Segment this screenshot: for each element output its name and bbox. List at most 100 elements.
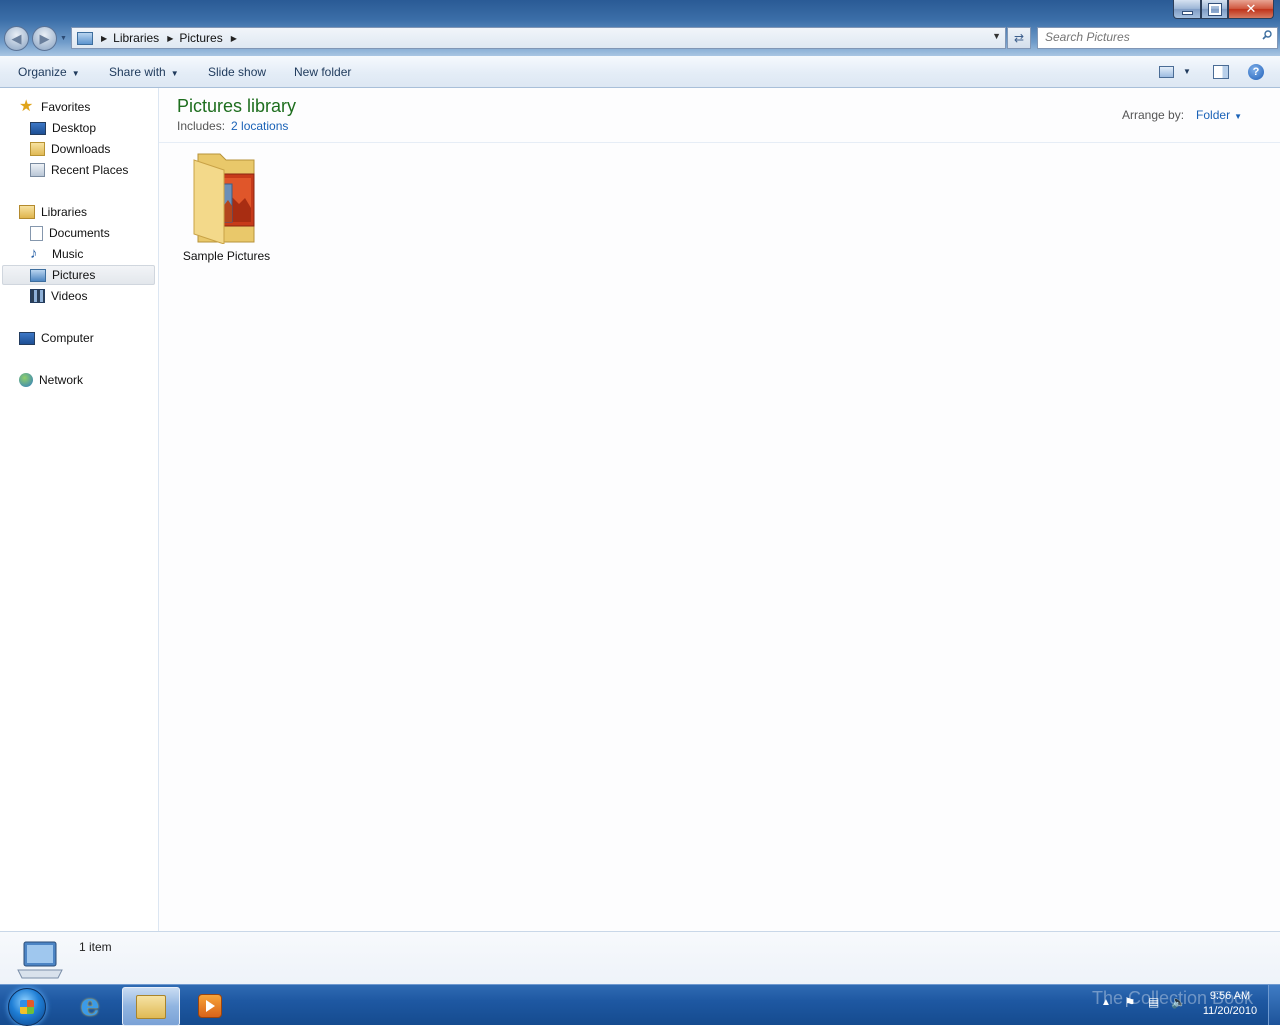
nav-item-downloads[interactable]: Downloads (30, 139, 110, 159)
nav-favorites-label: Favorites (41, 100, 91, 114)
pictures-icon (30, 268, 46, 282)
organize-button[interactable]: Organize ▼ (18, 65, 80, 79)
windows-logo-icon (20, 1000, 34, 1014)
computer-icon (19, 331, 35, 345)
downloads-folder-icon (30, 142, 45, 156)
taskbar-media-player[interactable] (182, 987, 238, 1024)
picture-folder-icon (193, 153, 254, 245)
nav-item-desktop-label: Desktop (52, 121, 97, 135)
breadcrumb-pictures[interactable]: Pictures (179, 31, 222, 45)
recent-pages-dropdown-icon[interactable]: ▼ (60, 35, 67, 42)
item-count: 1 item (79, 940, 112, 954)
content-pane: Pictures library Includes: 2 locations Ar… (159, 88, 1280, 931)
clock-date: 11/20/2010 (1202, 1005, 1258, 1017)
taskbar-windows-explorer[interactable] (122, 987, 180, 1026)
start-button[interactable] (8, 988, 46, 1026)
show-hidden-icons-button[interactable]: ▲ (1101, 997, 1111, 1008)
close-button[interactable]: ✕ (1228, 0, 1274, 19)
folder-item[interactable]: Sample Pictures (179, 148, 274, 263)
navigation-pane: ★ Favorites Desktop Downloads Recent Pla… (0, 88, 159, 931)
libraries-icon (19, 205, 35, 219)
star-icon: ★ (19, 98, 34, 115)
arrange-by-dropdown[interactable]: Folder ▼ (1196, 108, 1242, 122)
breadcrumb-separator-icon[interactable]: ▶ (167, 34, 173, 43)
restore-button[interactable] (1201, 0, 1228, 19)
search-icon[interactable] (1262, 30, 1272, 40)
nav-network[interactable]: Network (19, 370, 83, 390)
search-input[interactable] (1038, 28, 1255, 46)
show-desktop-button[interactable] (1268, 985, 1280, 1025)
music-icon: ♪ (30, 245, 38, 262)
nav-libraries[interactable]: Libraries (19, 202, 87, 222)
preview-pane-button[interactable] (1213, 65, 1229, 82)
nav-network-label: Network (39, 373, 84, 387)
refresh-button[interactable]: ⇄ (1007, 27, 1031, 49)
chevron-down-icon: ▼ (1234, 112, 1242, 121)
arrange-by-value: Folder (1196, 108, 1231, 122)
desktop-icon (30, 121, 46, 135)
minimize-icon (1181, 11, 1193, 15)
network-tray-icon[interactable]: ▤ (1148, 995, 1159, 1009)
details-pane: 1 item (0, 931, 1280, 985)
back-button[interactable]: ◀ (4, 26, 29, 51)
arrange-by-label: Arrange by: (1122, 108, 1185, 122)
command-bar: Organize ▼ Share with ▼ Slide show New fol… (0, 56, 1280, 88)
search-box[interactable] (1037, 27, 1278, 49)
chevron-down-icon: ▼ (71, 69, 80, 78)
clock[interactable]: 9:56 AM 11/20/2010 (1200, 989, 1260, 1019)
nav-item-recent-places-label: Recent Places (51, 163, 129, 177)
nav-item-recent-places[interactable]: Recent Places (30, 160, 128, 180)
breadcrumb-libraries[interactable]: Libraries (113, 31, 159, 45)
folder-item-label: Sample Pictures (182, 249, 271, 263)
forward-arrow-icon: ▶ (39, 30, 50, 46)
slide-show-button[interactable]: Slide show (208, 65, 266, 79)
help-button[interactable]: ? (1248, 64, 1264, 80)
change-view-button[interactable] (1159, 66, 1174, 81)
nav-computer-label: Computer (41, 331, 94, 345)
restore-icon (1207, 2, 1222, 16)
forward-button[interactable]: ▶ (32, 26, 57, 51)
library-includes: Includes: 2 locations (177, 119, 288, 133)
nav-item-music-label: Music (52, 247, 84, 261)
windows-explorer-icon (136, 994, 166, 1019)
includes-label: Includes: (177, 119, 226, 133)
breadcrumb-separator-icon[interactable]: ▶ (231, 34, 237, 43)
preview-pane-icon (1213, 65, 1229, 79)
views-icon (1159, 66, 1174, 78)
volume-icon[interactable]: 🔈 (1171, 995, 1186, 1009)
media-player-icon (198, 993, 222, 1018)
library-title: Pictures library (177, 96, 297, 116)
taskbar: e The Collection Book ▲ ⚑ ▤ 🔈 9:56 AM 11… (0, 984, 1280, 1026)
minimize-button[interactable] (1173, 0, 1201, 19)
view-options-dropdown-icon[interactable]: ▼ (1183, 67, 1191, 76)
action-center-flag-icon[interactable]: ⚑ (1124, 995, 1136, 1011)
nav-computer[interactable]: Computer (19, 328, 94, 348)
nav-item-desktop[interactable]: Desktop (30, 118, 96, 138)
pictures-library-icon (77, 31, 93, 45)
refresh-icon: ⇄ (1013, 31, 1025, 45)
taskbar-internet-explorer[interactable]: e (62, 987, 118, 1024)
address-bar[interactable]: ▶ Libraries ▶ Pictures ▶ ▼ (71, 27, 1006, 49)
nav-libraries-label: Libraries (41, 205, 88, 219)
address-dropdown-icon[interactable]: ▼ (992, 31, 1001, 41)
locations-link[interactable]: 2 locations (231, 119, 288, 133)
clock-time: 9:56 AM (1209, 990, 1251, 1002)
nav-item-pictures-label: Pictures (52, 268, 96, 282)
nav-item-music[interactable]: ♪ Music (30, 244, 83, 264)
network-icon (19, 373, 33, 387)
breadcrumb-separator-icon[interactable]: ▶ (101, 34, 107, 43)
arrange-by: Arrange by: Folder ▼ (1122, 108, 1242, 122)
nav-item-downloads-label: Downloads (51, 142, 111, 156)
nav-item-pictures[interactable]: Pictures (2, 265, 155, 285)
back-arrow-icon: ◀ (11, 30, 22, 46)
recent-places-icon (30, 163, 45, 177)
nav-favorites[interactable]: ★ Favorites (19, 97, 90, 117)
share-with-button[interactable]: Share with ▼ (109, 65, 179, 79)
documents-icon (30, 225, 43, 241)
help-icon: ? (1252, 66, 1260, 78)
new-folder-button[interactable]: New folder (294, 65, 351, 79)
share-with-label: Share with (109, 65, 166, 79)
nav-item-documents[interactable]: Documents (30, 223, 110, 243)
nav-item-videos[interactable]: Videos (30, 286, 87, 306)
nav-item-videos-label: Videos (51, 289, 88, 303)
